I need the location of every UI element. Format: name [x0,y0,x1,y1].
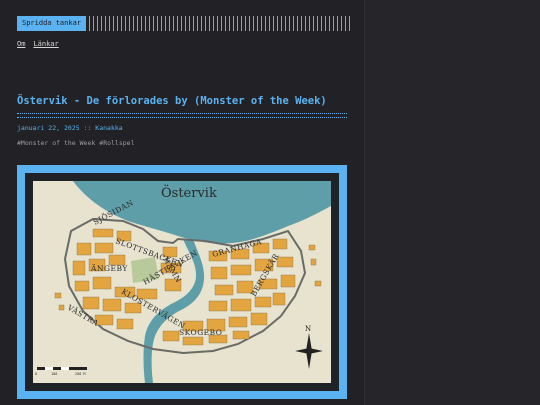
map-frame: Östervik SJÖSIDAN SLOTTSBACKEN ÄNGEBY HA… [25,173,339,391]
site-header: Spridda tankar [17,15,352,31]
nav-link-lankar[interactable]: Länkar [33,40,58,48]
scale-label: 0 [35,372,37,376]
compass-north-label: N [305,325,311,333]
map-figure: Östervik SJÖSIDAN SLOTTSBACKEN ÄNGEBY HA… [17,165,347,399]
post-author: Kanakka [95,124,123,132]
post-meta: januari 22, 2025 :: Kanakka [17,124,123,132]
district-label: ÄNGEBY [90,264,128,273]
tag-link[interactable]: #Monster of the Week [17,139,95,147]
right-panel [364,0,540,405]
district-label: SKOGEBO [179,328,222,337]
tag-link[interactable]: #Rollspel [99,139,134,147]
post-tags: #Monster of the Week #Rollspel [17,139,135,147]
scale-label: 100 [51,372,57,376]
post-date: januari 22, 2025 [17,124,80,132]
scale-label: 200 M [75,372,86,376]
main-nav: Om Länkar [17,40,59,48]
site-logo[interactable]: Spridda tankar [17,15,87,31]
logo-decoration [89,15,352,31]
post-title[interactable]: Östervik - De förlorades by (Monster of … [17,95,327,107]
meta-separator: :: [83,124,92,132]
map-title: Östervik [161,184,217,201]
city-map: Östervik SJÖSIDAN SLOTTSBACKEN ÄNGEBY HA… [33,181,331,383]
title-divider [17,113,347,118]
nav-link-om[interactable]: Om [17,40,25,48]
